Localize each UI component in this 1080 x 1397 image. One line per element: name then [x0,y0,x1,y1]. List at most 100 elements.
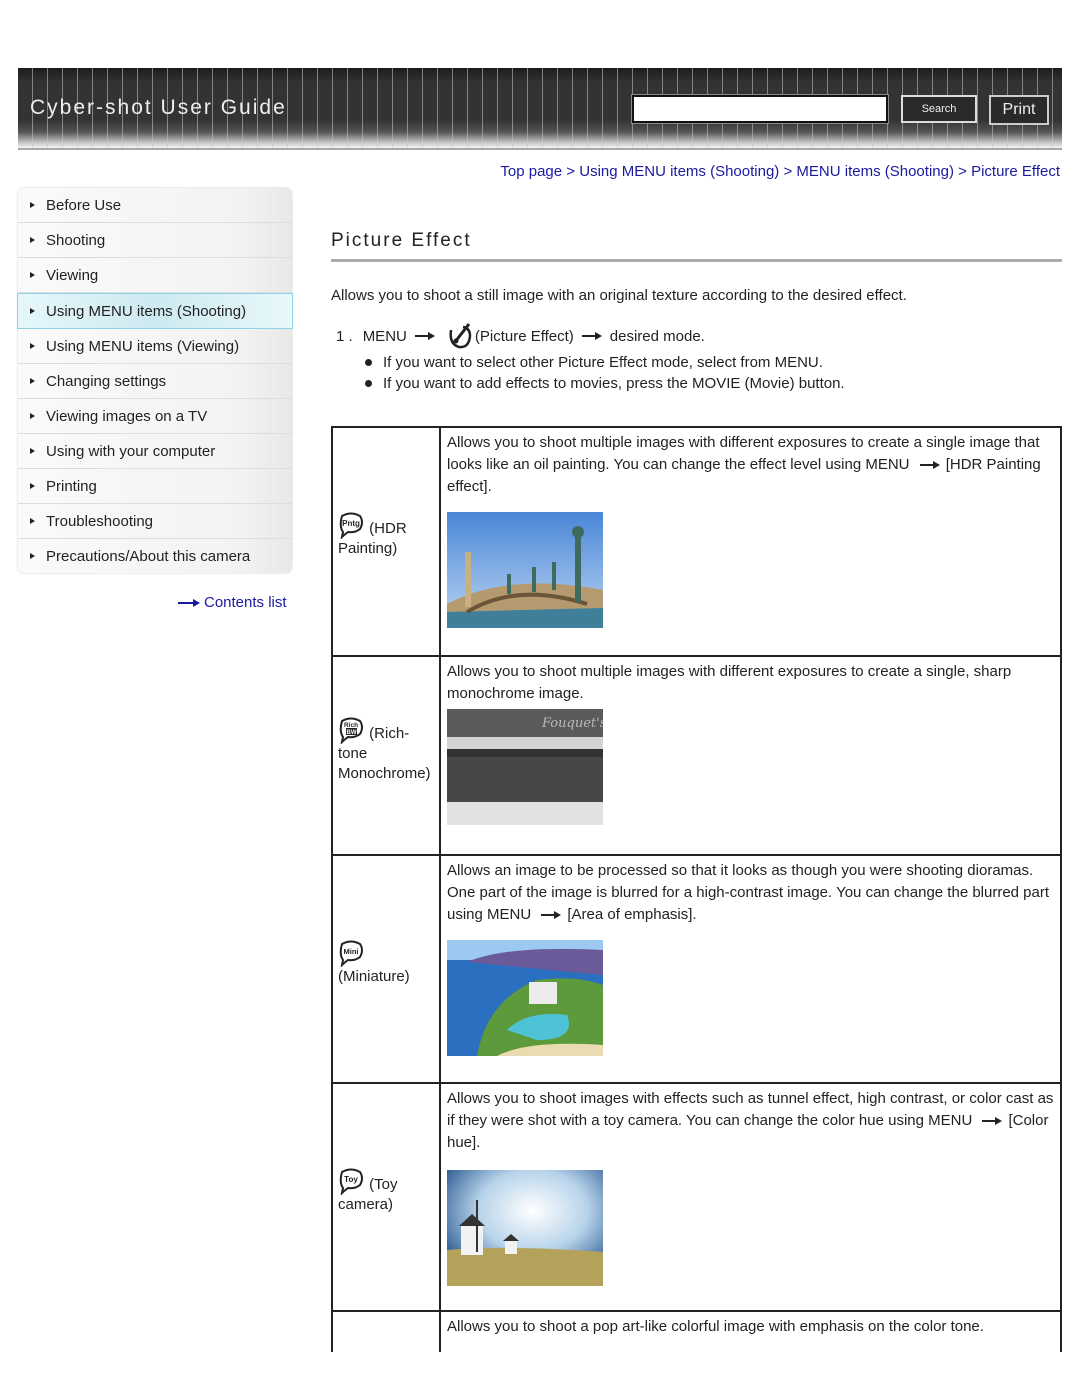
breadcrumb-picture-effect[interactable]: Picture Effect [971,163,1060,180]
svg-text:Rich: Rich [344,722,358,729]
print-button[interactable]: Print [989,95,1049,125]
bullet-text: If you want to add effects to movies, pr… [383,375,845,392]
mode-description: Allows an image to be processed so that … [447,862,1050,923]
step-number: 1 . [336,327,353,345]
arrow-right-icon [581,332,602,340]
sidebar-item-viewing-on-tv[interactable]: Viewing images on a TV [18,399,292,434]
search-button[interactable]: Search [901,95,977,123]
mode-description-cell: Allows you to shoot multiple images with… [441,657,1060,854]
mode-description: Allows you to shoot a pop art-like color… [447,1318,984,1335]
sidebar-item-label: Using MENU items (Shooting) [46,302,247,320]
arrow-right-icon [982,1117,1003,1126]
mode-description-cell: Allows you to shoot multiple images with… [441,428,1060,655]
bullet-text: If you want to select other Picture Effe… [383,354,823,371]
breadcrumb-using-menu-shooting[interactable]: Using MENU items (Shooting) [579,163,779,180]
breadcrumb-menu-items-shooting[interactable]: MENU items (Shooting) [796,163,954,180]
mode-description-cell: Allows you to shoot images with effects … [441,1084,1060,1310]
step-end-label: desired mode. [609,327,705,345]
triangle-right-icon [30,413,35,419]
sidebar-item-label: Using with your computer [46,442,216,460]
sidebar-item-before-use[interactable]: Before Use [18,188,292,223]
table-row-hdr-painting: Pntg (HDR Painting) Allows you to shoot … [331,428,1062,657]
toy-camera-icon: Toy [339,1168,363,1195]
header-banner: Cyber-shot User Guide Search Print [18,68,1062,150]
mode-name-rest: tone Monochrome) [338,745,431,782]
mode-name-cell: Pntg (HDR Painting) [333,428,441,655]
breadcrumb-separator: > [783,163,793,180]
triangle-right-icon [30,202,35,208]
mode-name-line1: (Toy [365,1176,398,1193]
bullet-dot-icon [365,359,372,366]
sidebar-item-shooting[interactable]: Shooting [18,223,292,258]
triangle-right-icon [30,518,35,524]
triangle-right-icon [30,308,35,314]
mode-name-rest: (Miniature) [338,968,410,985]
mode-name: Rich BW (Rich- tone Monochrome) [338,717,439,784]
sidebar-item-label: Printing [46,477,97,495]
step-picture-effect-label: (Picture Effect) [474,327,574,345]
sidebar-item-using-menu-viewing[interactable]: Using MENU items (Viewing) [18,329,292,364]
mode-description-cell: Allows an image to be processed so that … [441,856,1060,1082]
contents-list-link[interactable]: Contents list [178,594,287,611]
app-title: Cyber-shot User Guide [30,96,287,119]
step-1: 1 . MENU (Picture Effect) desired mode. [336,322,705,350]
sidebar-item-label: Troubleshooting [46,512,154,530]
arrow-right-icon [541,911,562,920]
sidebar-item-label: Before Use [46,196,122,214]
sidebar-item-label: Precautions/About this camera [46,547,251,565]
mode-name-line1: (Rich- [365,725,410,742]
table-row-toy-camera: Toy (Toy camera) Allows you to shoot ima… [331,1084,1062,1312]
picture-effect-modes-table: Pntg (HDR Painting) Allows you to shoot … [331,426,1062,1352]
contents-list-label: Contents list [204,594,287,611]
hdr-painting-icon: Pntg [339,512,363,539]
mode-name-cell: Mini (Miniature) [333,856,441,1082]
sidebar-nav: Before Use Shooting Viewing Using MENU i… [17,188,293,573]
bullet-item: If you want to add effects to movies, pr… [365,373,845,394]
sidebar-item-using-with-computer[interactable]: Using with your computer [18,434,292,469]
triangle-right-icon [30,553,35,559]
mode-description: Allows you to shoot multiple images with… [447,663,1012,702]
bullet-item: If you want to select other Picture Effe… [365,352,845,373]
intro-text: Allows you to shoot a still image with a… [331,287,907,304]
mode-name-cell: Toy (Toy camera) [333,1084,441,1310]
sidebar-item-printing[interactable]: Printing [18,469,292,504]
sidebar-item-changing-settings[interactable]: Changing settings [18,364,292,399]
picture-effect-icon [449,323,472,349]
triangle-right-icon [30,483,35,489]
mode-name-cell [333,1312,441,1352]
mode-name-line1: (HDR [365,520,407,537]
title-divider [331,259,1062,262]
page-title: Picture Effect [331,230,472,251]
svg-text:Fouquet's: Fouquet's [541,716,603,731]
rich-tone-monochrome-icon: Rich BW [339,717,363,744]
triangle-right-icon [30,237,35,243]
sidebar-item-label: Viewing [46,266,99,284]
search-input[interactable] [631,94,889,124]
mode-name-rest: camera) [338,1196,394,1213]
triangle-right-icon [30,378,35,384]
sidebar-item-label: Changing settings [46,372,167,390]
sidebar-item-label: Viewing images on a TV [46,407,208,425]
sidebar-item-viewing[interactable]: Viewing [18,258,292,293]
step-menu-label: MENU [362,327,407,345]
mode-name: Pntg (HDR Painting) [338,512,407,559]
sidebar-item-using-menu-shooting[interactable]: Using MENU items (Shooting) [17,293,293,329]
arrow-right-icon [414,332,435,340]
breadcrumb: Top page > Using MENU items (Shooting) >… [500,163,1060,180]
mode-name-cell: Rich BW (Rich- tone Monochrome) [333,657,441,854]
svg-text:Mini: Mini [344,947,359,956]
triangle-right-icon [30,272,35,278]
sidebar-item-troubleshooting[interactable]: Troubleshooting [18,504,292,539]
breadcrumb-separator: > [566,163,576,180]
arrow-right-icon [178,598,200,607]
bullet-dot-icon [365,380,372,387]
mode-description-cell: Allows you to shoot a pop art-like color… [441,1312,1060,1352]
toy-camera-sample-image [447,1170,603,1286]
breadcrumb-top-page[interactable]: Top page [500,163,562,180]
triangle-right-icon [30,448,35,454]
miniature-icon: Mini [339,940,363,967]
svg-text:BW: BW [347,730,357,736]
sidebar-item-precautions[interactable]: Precautions/About this camera [18,539,292,573]
miniature-sample-image [447,940,603,1056]
svg-text:Toy: Toy [344,1175,358,1184]
